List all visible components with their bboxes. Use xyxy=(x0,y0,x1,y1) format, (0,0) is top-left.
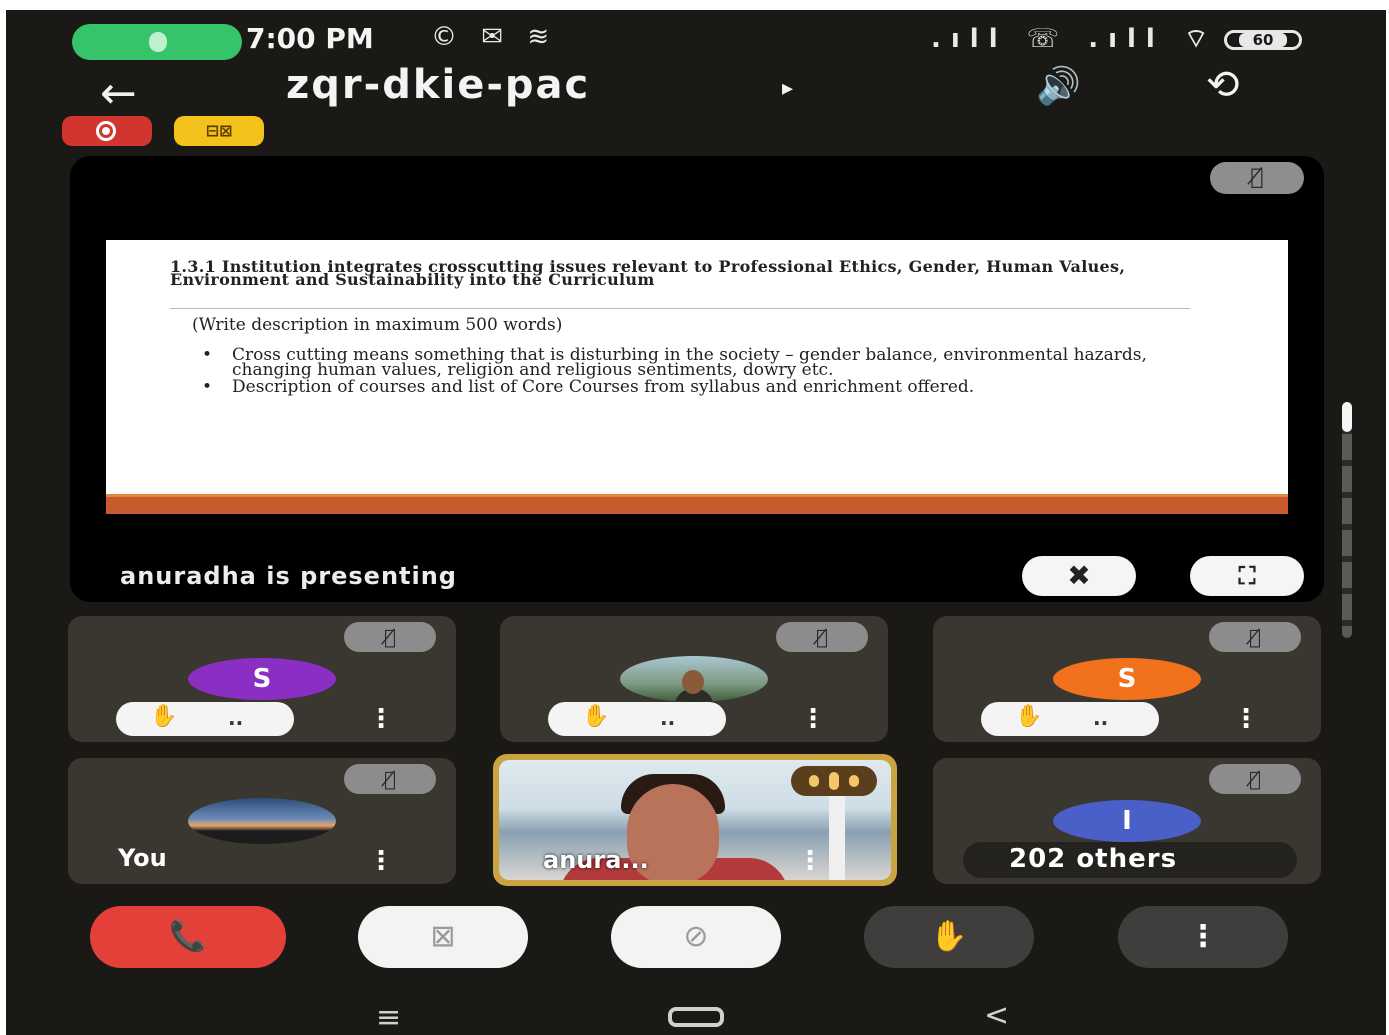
mic-off-icon: 🎙̸ xyxy=(344,764,436,794)
speaker-icon[interactable]: 🔊 xyxy=(1036,65,1081,107)
back-nav-icon[interactable]: < xyxy=(984,998,1009,1033)
ellipsis: .. xyxy=(228,706,244,730)
scrollbar-thumb[interactable] xyxy=(1342,402,1352,432)
mic-toggle-button[interactable]: ⊘ xyxy=(611,906,781,968)
recording-icon xyxy=(96,121,116,141)
speaking-bar xyxy=(809,775,819,787)
hand-raised-pill[interactable]: ✋ .. xyxy=(548,702,726,736)
mic-off-icon: 🎙̸ xyxy=(1210,162,1304,194)
mic-off-icon: ⊘ xyxy=(683,919,709,954)
slide-heading: 1.3.1 Institution integrates crosscuttin… xyxy=(170,257,1126,289)
more-vert-icon[interactable]: ⋮ xyxy=(797,846,823,876)
more-vert-icon[interactable]: ⋮ xyxy=(368,846,394,876)
cc-off-icon: ⊟⊠ xyxy=(205,121,233,140)
recording-badge[interactable] xyxy=(62,116,152,146)
slide-subtitle: (Write description in maximum 500 words) xyxy=(192,315,563,335)
speaking-indicator-icon xyxy=(791,766,877,796)
hand-icon: ✋ xyxy=(150,704,178,729)
participant-tile[interactable]: 🎙̸ ✋ .. ⋮ xyxy=(500,616,888,742)
phone-screen: 7:00 PM © ✉ ≋ .ıll ☏ .ıll ⌔ 60 ← zqr-dki… xyxy=(6,10,1386,1035)
avatar: I xyxy=(1053,800,1201,842)
raise-hand-button[interactable]: ✋ xyxy=(864,906,1034,968)
self-tile[interactable]: 🎙̸ You ⋮ xyxy=(68,758,456,884)
more-vert-icon: ⋮ xyxy=(1188,919,1218,954)
participant-tile[interactable]: 🎙̸ S ✋ .. ⋮ xyxy=(933,616,1321,742)
participant-tile[interactable]: 🎙̸ S ✋ .. ⋮ xyxy=(68,616,456,742)
hand-icon: ✋ xyxy=(582,704,610,729)
battery-icon: 60 xyxy=(1224,30,1302,50)
status-time: 7:00 PM xyxy=(246,22,374,55)
presenting-label: anuradha is presenting xyxy=(120,562,457,590)
mic-off-icon: 🎙̸ xyxy=(1209,622,1301,652)
hand-icon: ✋ xyxy=(930,919,968,954)
end-call-button[interactable]: 📞 xyxy=(90,906,286,968)
avatar xyxy=(188,798,336,844)
hand-raised-pill[interactable]: ✋ .. xyxy=(116,702,294,736)
shared-slide: 1.3.1 Institution integrates crosscuttin… xyxy=(106,240,1288,514)
back-arrow-icon[interactable]: ← xyxy=(100,68,137,119)
meeting-title[interactable]: zqr-dkie-pac xyxy=(286,62,590,108)
phone-hangup-icon: 📞 xyxy=(169,919,207,954)
mic-off-icon: 🎙̸ xyxy=(776,622,868,652)
camera-toggle-button[interactable]: ⊠ xyxy=(358,906,528,968)
presentation-tile[interactable]: 🎙̸ 1.3.1 Institution integrates crosscut… xyxy=(70,156,1324,602)
unpin-button[interactable]: ✖ xyxy=(1022,556,1136,596)
speaking-bar xyxy=(829,772,839,790)
notification-icons: © ✉ ≋ xyxy=(431,22,558,52)
slide-bullet: Cross cutting means something that is di… xyxy=(202,347,1162,379)
hand-raised-pill[interactable]: ✋ .. xyxy=(981,702,1159,736)
avatar: S xyxy=(188,658,336,700)
camera-off-icon: ⊠ xyxy=(430,919,456,954)
slide-divider xyxy=(170,308,1190,309)
mic-off-icon: 🎙̸ xyxy=(344,622,436,652)
more-vert-icon[interactable]: ⋮ xyxy=(368,704,394,734)
more-vert-icon[interactable]: ⋮ xyxy=(800,704,826,734)
participant-name: You xyxy=(118,844,167,872)
slide-bullets: Cross cutting means something that is di… xyxy=(202,347,1162,397)
others-tile[interactable]: 🎙̸ I 202 others xyxy=(933,758,1321,884)
home-nav-icon[interactable] xyxy=(668,1007,724,1027)
participant-video: anura... ⋮ xyxy=(499,760,891,880)
signal-icons: .ıll ☏ .ıll ⌔ xyxy=(931,24,1219,54)
slide-bullet: Description of courses and list of Core … xyxy=(202,379,1162,396)
avatar xyxy=(620,656,768,702)
avatar: S xyxy=(1053,658,1201,700)
recents-nav-icon[interactable]: ≡ xyxy=(376,1000,401,1035)
ellipsis: .. xyxy=(1093,706,1109,730)
caret-right-icon[interactable]: ▸ xyxy=(782,76,793,101)
active-speaker-tile[interactable]: anura... ⋮ xyxy=(493,754,897,886)
more-vert-icon[interactable]: ⋮ xyxy=(1233,704,1259,734)
more-options-button[interactable]: ⋮ xyxy=(1118,906,1288,968)
scrollbar-track[interactable] xyxy=(1342,402,1352,638)
captions-off-badge[interactable]: ⊟⊠ xyxy=(174,116,264,146)
others-count: 202 others xyxy=(1009,844,1178,874)
fullscreen-button[interactable]: ⛶ xyxy=(1190,556,1304,596)
mic-icon xyxy=(149,32,167,52)
speaking-bar xyxy=(849,775,859,787)
mic-off-icon: 🎙̸ xyxy=(1209,764,1301,794)
slide-footer-bar xyxy=(106,494,1288,514)
mic-active-indicator[interactable] xyxy=(72,24,242,60)
ellipsis: .. xyxy=(660,706,676,730)
battery-level: 60 xyxy=(1239,33,1287,48)
switch-camera-icon[interactable]: ⟲ xyxy=(1206,62,1240,108)
avatar-head xyxy=(682,670,704,694)
participant-name: anura... xyxy=(543,846,649,874)
hand-icon: ✋ xyxy=(1015,704,1043,729)
